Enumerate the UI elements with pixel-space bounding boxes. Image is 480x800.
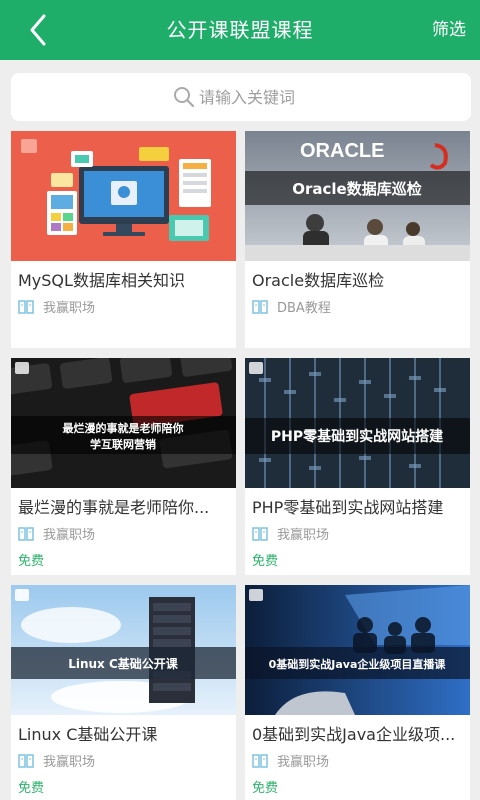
course-card-php[interactable]: PHP零基础到实战网站搭建 PHP零基础到实战网站搭建 我赢职场 免费 [245,358,470,575]
course-source: 我赢职场 [252,524,329,543]
course-title: 最烂漫的事就是老师陪你... [18,498,210,517]
course-card-linux-c[interactable]: Linux C基础公开课 Linux C基础公开课 我赢职场 免费 [11,585,236,800]
course-card-marketing[interactable]: 最烂漫的事就是老师陪你 学互联网营销 最烂漫的事就是老师陪你... 我赢职场 免… [11,358,236,575]
course-source-label: 我赢职场 [277,528,330,543]
course-title: Linux C基础公开课 [18,725,158,744]
thumbnail-banner-text: Oracle数据库巡检 [292,180,421,198]
price-tag: 免费 [252,781,279,796]
course-source-label: 我赢职场 [43,528,96,543]
course-thumbnail: 最烂漫的事就是老师陪你 学互联网营销 [11,358,236,488]
thumbnail-banner-line2: 学互联网营销 [90,437,156,451]
course-card-oracle[interactable]: ORACLE Oracle数据库巡检 Oracle数据库巡检 DBA教程 [245,131,470,348]
course-thumbnail: ORACLE Oracle数据库巡检 [245,131,470,261]
price-tag: 免费 [18,781,45,796]
book-icon [252,526,268,541]
course-title: PHP零基础到实战网站搭建 [252,498,444,517]
book-icon [18,299,34,314]
book-icon [252,753,268,768]
course-source-label: 我赢职场 [277,755,330,770]
course-title: MySQL数据库相关知识 [18,271,185,290]
course-source: 我赢职场 [18,524,95,543]
search-bar[interactable] [11,73,471,121]
course-thumbnail: PHP零基础到实战网站搭建 [245,358,470,488]
price-tag: 免费 [18,554,45,569]
course-card-mysql[interactable]: MySQL数据库相关知识 我赢职场 [11,131,236,348]
course-card-java[interactable]: 0基础到实战Java企业级项目直播课 0基础到实战Java企业级项... 我赢职… [245,585,470,800]
course-source: 我赢职场 [252,751,329,770]
book-icon [18,526,34,541]
search-input[interactable] [199,87,309,107]
oracle-logo: ORACLE [300,140,384,162]
thumbnail-banner-text: 0基础到实战Java企业级项目直播课 [269,657,447,671]
book-icon [18,753,34,768]
course-source: 我赢职场 [18,751,95,770]
course-source-label: 我赢职场 [43,301,96,316]
thumbnail-banner-line1: 最烂漫的事就是老师陪你 [63,421,184,435]
book-icon [252,299,268,314]
filter-button[interactable]: 筛选 [432,0,466,60]
search-icon [174,87,195,108]
course-source: 我赢职场 [18,297,95,316]
page-title: 公开课联盟课程 [166,18,314,42]
course-source-label: 我赢职场 [43,755,96,770]
course-source: DBA教程 [252,297,331,316]
course-title: Oracle数据库巡检 [252,271,385,290]
thumbnail-banner-text: PHP零基础到实战网站搭建 [271,428,443,445]
course-title: 0基础到实战Java企业级项... [252,725,456,744]
course-thumbnail [11,131,236,261]
course-source-label: DBA教程 [277,301,331,316]
course-thumbnail: Linux C基础公开课 [11,585,236,715]
app-header: 公开课联盟课程 筛选 [0,0,480,60]
price-tag: 免费 [252,554,279,569]
course-thumbnail: 0基础到实战Java企业级项目直播课 [245,585,470,715]
thumbnail-banner-text: Linux C基础公开课 [68,656,179,671]
